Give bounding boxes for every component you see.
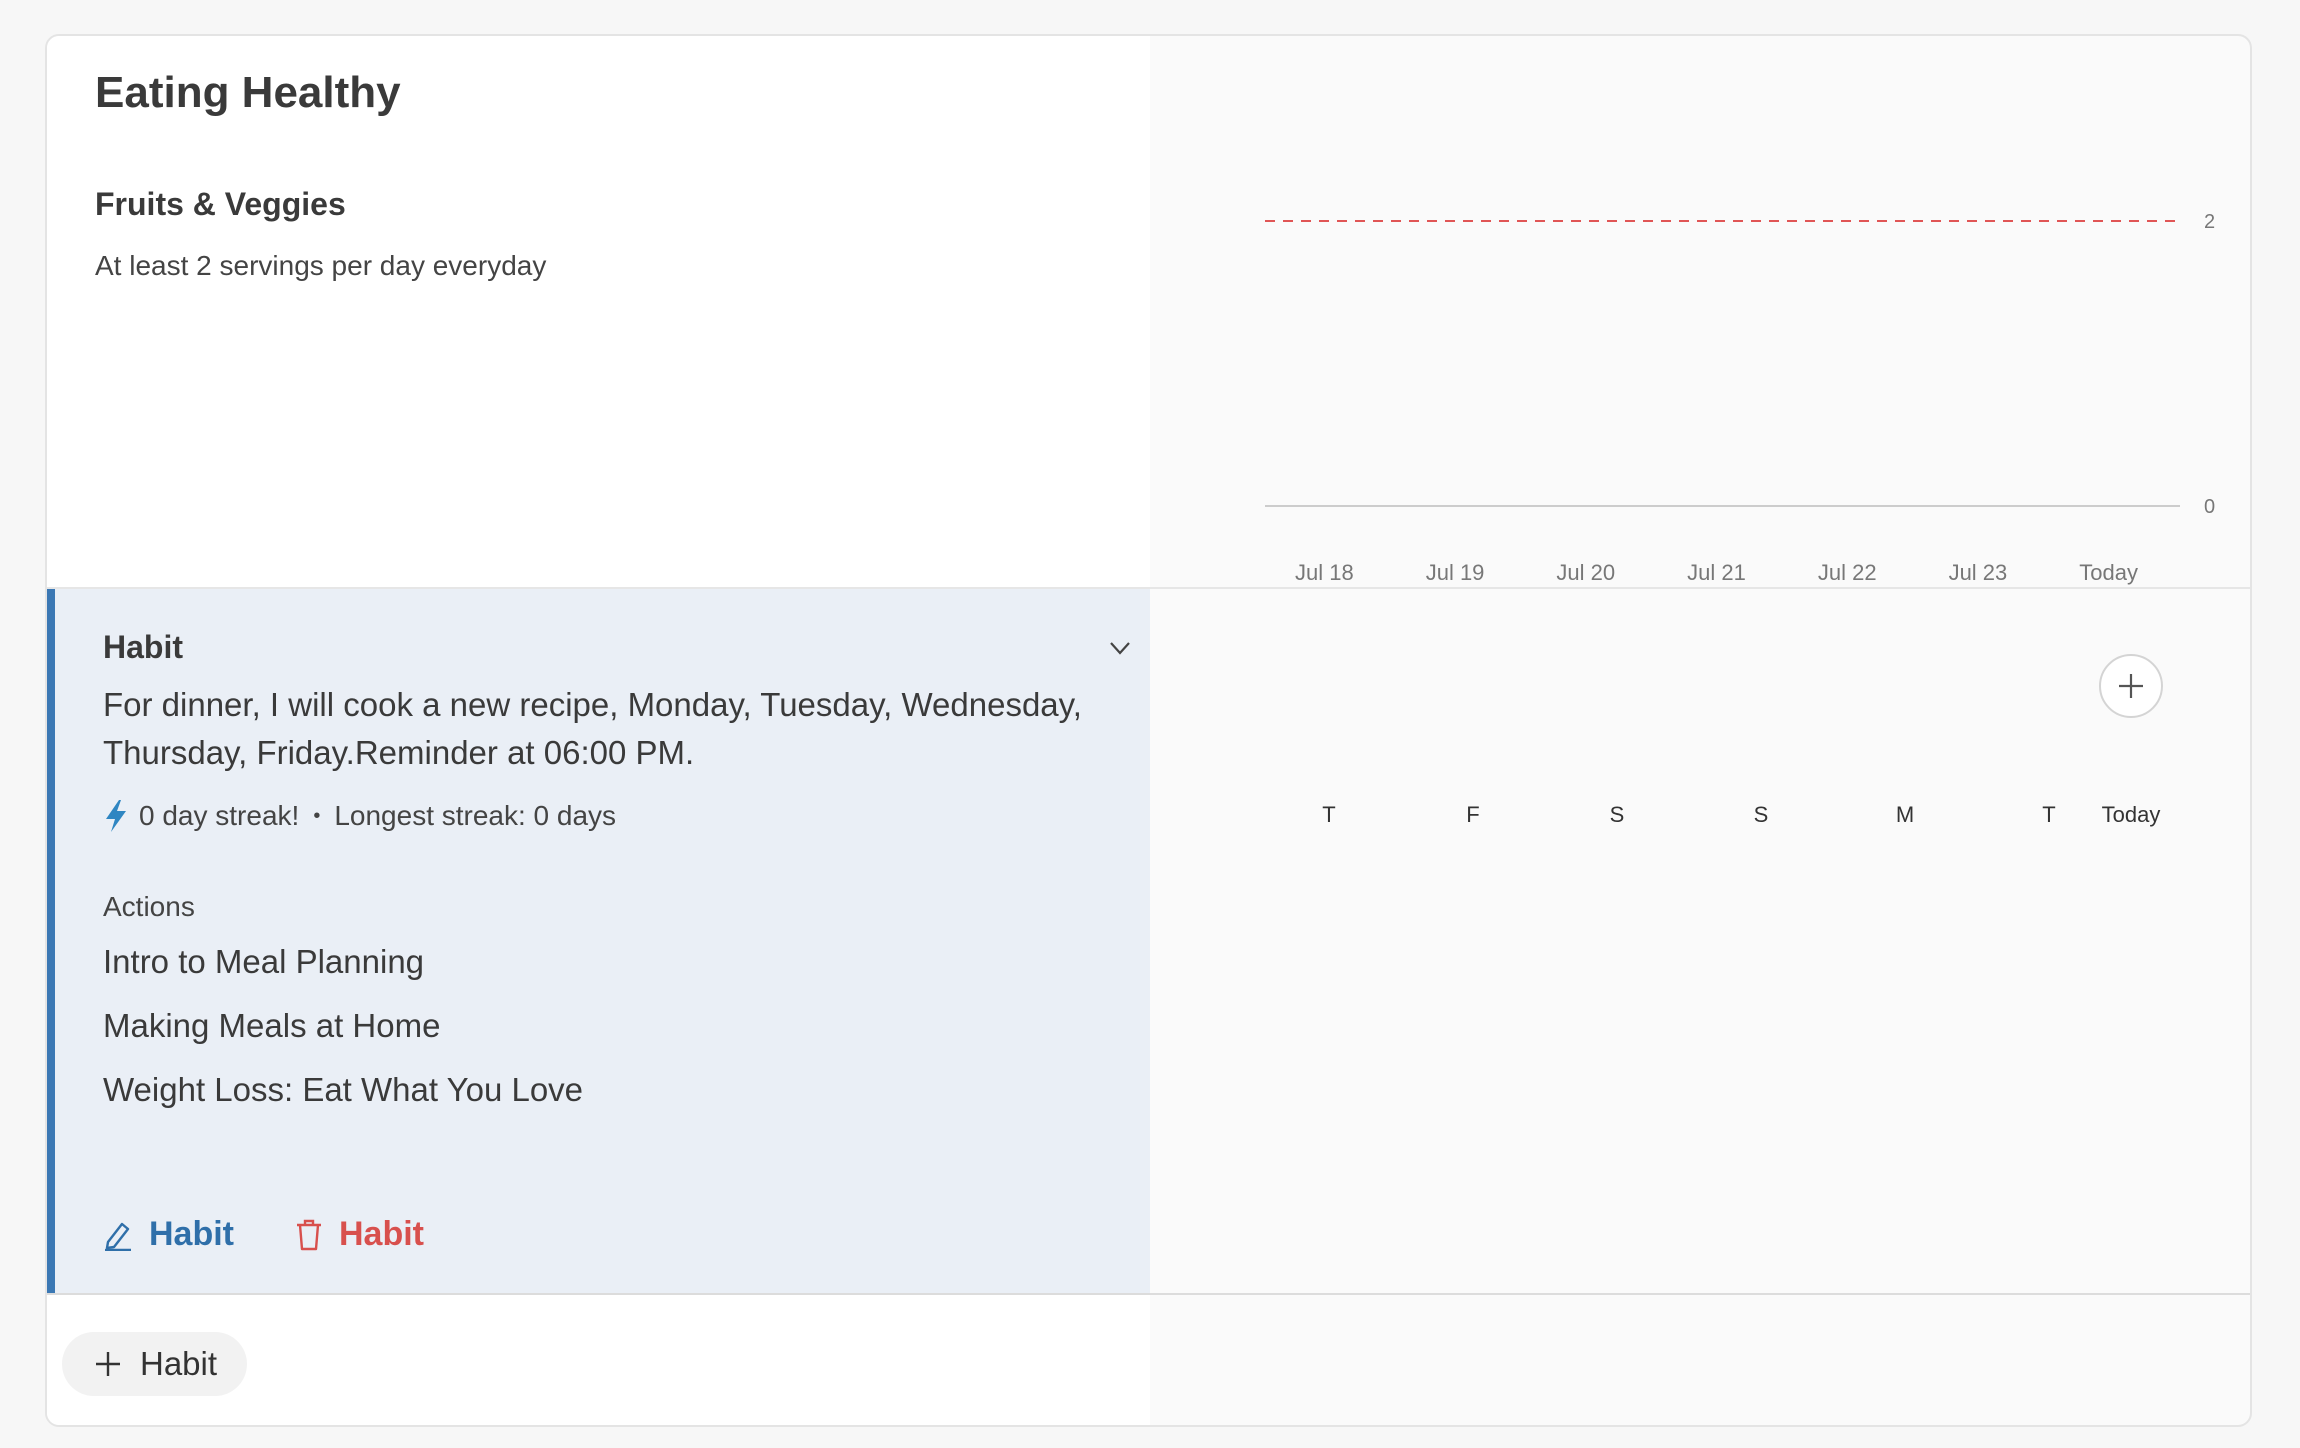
x-tick-label: Jul 23: [1949, 560, 2008, 585]
trash-icon: [297, 1219, 321, 1250]
edit-habit-button[interactable]: Habit: [103, 1215, 234, 1254]
section-divider: [47, 1293, 2250, 1295]
x-tick-label: Jul 19: [1426, 560, 1485, 585]
plus-icon: [2119, 674, 2143, 698]
habit-description: For dinner, I will cook a new recipe, Mo…: [103, 686, 1082, 771]
habit-label: Habit: [103, 629, 183, 665]
day-label: S: [1753, 802, 1769, 827]
goal-title: Eating Healthy: [95, 68, 401, 117]
goal-subtitle: Fruits & Veggies: [95, 186, 346, 222]
goal-description: At least 2 servings per day everyday: [95, 250, 547, 281]
goal-card: Eating Healthy Fruits & Veggies At least…: [45, 34, 2252, 1427]
chevron-down-icon[interactable]: [1107, 635, 1133, 661]
y-tick-label: 0: [2204, 496, 2215, 518]
longest-streak-text: Longest streak: 0 days: [334, 800, 617, 831]
pencil-icon: [105, 1222, 131, 1251]
x-tick-label: Jul 20: [1556, 560, 1615, 585]
plus-icon: [96, 1352, 120, 1376]
action-item[interactable]: Intro to Meal Planning: [103, 943, 424, 981]
day-label: M: [1895, 802, 1915, 827]
day-label: T: [1322, 802, 1336, 827]
day-label: S: [1609, 802, 1625, 827]
x-tick-label: Jul 22: [1818, 560, 1877, 585]
action-item[interactable]: Making Meals at Home: [103, 1007, 440, 1045]
add-habit-label: Habit: [140, 1345, 218, 1382]
x-tick-label: Jul 21: [1687, 560, 1746, 585]
x-tick-label: Today: [2079, 560, 2138, 585]
day-label: F: [1466, 802, 1480, 827]
add-habit-button[interactable]: Habit: [62, 1332, 248, 1396]
x-tick-label: Jul 18: [1295, 560, 1354, 585]
streak-text: 0 day streak!: [139, 800, 300, 831]
delete-habit-label: Habit: [339, 1215, 424, 1253]
habit-panel[interactable]: Habit For dinner, I will cook a new reci…: [47, 589, 1150, 1293]
lightning-icon: [106, 800, 126, 832]
day-label-today: Today: [2101, 802, 2161, 827]
action-item[interactable]: Weight Loss: Eat What You Love: [103, 1071, 583, 1109]
progress-chart: 2 0 Jul 18 Jul 19 Jul 20 Jul 21 Jul 22 Jul 23 To…: [1265, 211, 2215, 585]
actions-heading: Actions: [103, 891, 195, 922]
y-tick-label: 2: [2204, 211, 2215, 233]
delete-habit-button[interactable]: Habit: [295, 1215, 424, 1254]
edit-habit-label: Habit: [149, 1215, 234, 1253]
separator-dot: •: [313, 804, 321, 827]
streak-row: 0 day streak! • Longest streak: 0 days: [103, 799, 616, 833]
add-entry-button[interactable]: [2099, 654, 2163, 718]
